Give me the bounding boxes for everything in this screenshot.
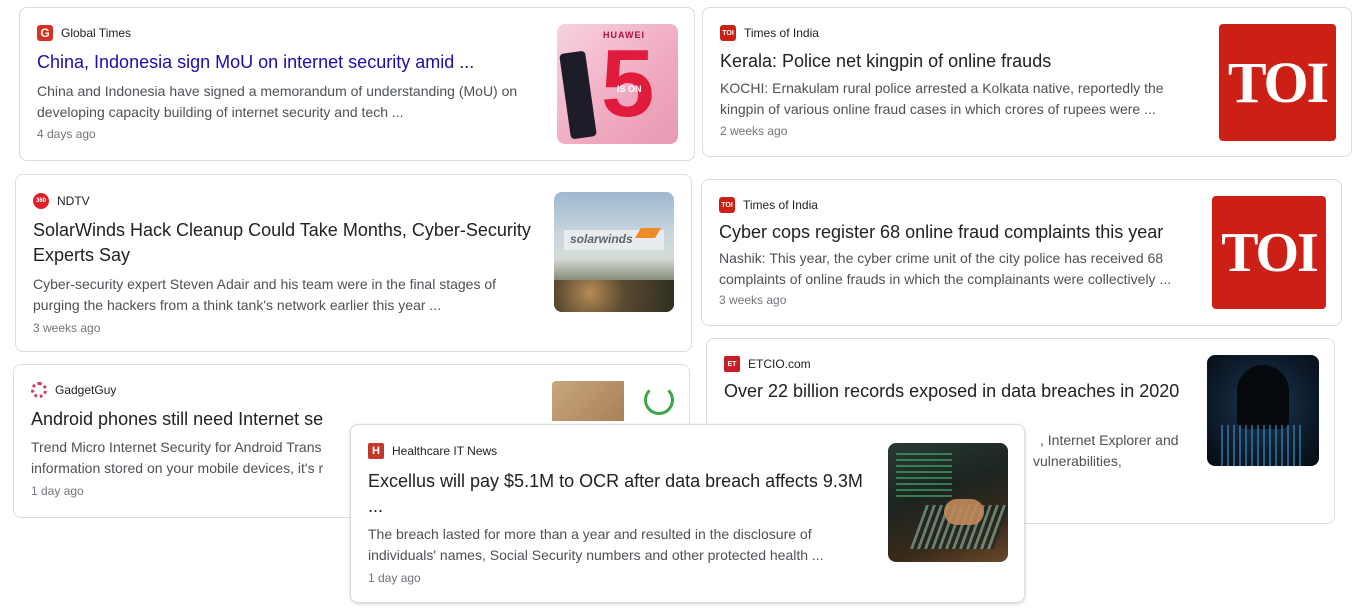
card-source: ET ETCIO.com — [724, 356, 811, 372]
ndtv-favicon-icon: 360 — [33, 193, 49, 209]
card-snippet-line-1: , Internet Explorer and — [1040, 432, 1179, 448]
toi-logo-text: TOI — [1221, 221, 1319, 284]
etcio-favicon-icon: ET — [724, 356, 740, 372]
code-matrix-image — [1221, 425, 1305, 466]
news-card-global-times[interactable]: G Global Times China, Indonesia sign MoU… — [19, 7, 695, 161]
news-card-ndtv[interactable]: 360 NDTV SolarWinds Hack Cleanup Could T… — [15, 174, 692, 352]
card-source: G Global Times — [37, 25, 131, 41]
card-snippet: Cyber-security expert Steven Adair and h… — [33, 276, 497, 313]
news-card-healthcare-it[interactable]: H Healthcare IT News Excellus will pay $… — [350, 424, 1025, 603]
card-headline[interactable]: Android phones still need Internet se — [31, 407, 323, 432]
card-headline[interactable]: Over 22 billion records exposed in data … — [724, 379, 1194, 404]
card-source: H Healthcare IT News — [368, 443, 497, 459]
card-source: GadgetGuy — [31, 382, 116, 398]
card-headline[interactable]: Kerala: Police net kingpin of online fra… — [720, 49, 1200, 74]
source-name: Times of India — [744, 26, 819, 40]
source-name: GadgetGuy — [55, 383, 117, 397]
phone-image — [559, 50, 597, 140]
card-headline[interactable]: SolarWinds Hack Cleanup Could Take Month… — [33, 218, 533, 268]
card-snippet: Nashik: This year, the cyber crime unit … — [719, 250, 1172, 287]
card-headline[interactable]: Excellus will pay $5.1M to OCR after dat… — [368, 469, 868, 519]
source-name: Times of India — [743, 198, 818, 212]
foliage-image — [554, 280, 674, 312]
card-source: TOI Times of India — [719, 197, 818, 213]
card-headline[interactable]: China, Indonesia sign MoU on internet se… — [37, 50, 537, 75]
toi-favicon-icon: TOI — [720, 25, 736, 41]
wood-surface-image — [552, 381, 624, 421]
toi-favicon-icon: TOI — [719, 197, 735, 213]
card-thumbnail[interactable]: solarwinds — [554, 192, 674, 312]
source-name: ETCIO.com — [748, 357, 811, 371]
card-thumbnail[interactable] — [552, 381, 676, 421]
source-name: Healthcare IT News — [392, 444, 498, 458]
code-screen-image — [896, 453, 952, 497]
news-card-toi-cyber-cops[interactable]: TOI Times of India Cyber cops register 6… — [701, 179, 1342, 326]
card-headline[interactable]: Cyber cops register 68 online fraud comp… — [719, 220, 1199, 245]
card-age: 1 day ago — [31, 484, 84, 498]
card-snippet: KOCHI: Ernakulam rural police arrested a… — [720, 80, 1164, 117]
toi-logo-thumbnail[interactable]: TOI — [1212, 196, 1326, 309]
card-age: 3 weeks ago — [719, 293, 787, 307]
card-snippet: China and Indonesia have signed a memora… — [37, 83, 518, 120]
healthcare-it-favicon-icon: H — [368, 443, 384, 459]
card-snippet-line-2: information stored on your mobile device… — [31, 460, 324, 476]
card-age: 3 weeks ago — [33, 321, 101, 335]
global-times-favicon-icon: G — [37, 25, 53, 41]
card-age: 4 days ago — [37, 127, 96, 141]
toi-logo-thumbnail[interactable]: TOI — [1219, 24, 1336, 141]
source-name: NDTV — [57, 194, 90, 208]
solarwinds-logo-text: solarwinds — [570, 232, 633, 246]
card-age: 2 weeks ago — [720, 124, 788, 138]
gadgetguy-favicon-icon — [31, 382, 47, 398]
hooded-figure-image — [1237, 365, 1289, 429]
keyboard-thumbnail[interactable] — [888, 443, 1008, 562]
toi-logo-text: TOI — [1227, 50, 1329, 115]
news-card-toi-kerala[interactable]: TOI Times of India Kerala: Police net ki… — [702, 7, 1352, 157]
source-name: Global Times — [61, 26, 132, 40]
is-on-text: IS ON — [617, 84, 642, 94]
card-snippet: The breach lasted for more than a year a… — [368, 526, 824, 563]
card-thumbnail[interactable]: HUAWEI 5 IS ON — [557, 24, 678, 144]
green-circle-icon — [644, 385, 674, 415]
card-snippet-line-2: vulnerabilities, — [1033, 453, 1122, 469]
card-age: 1 day ago — [368, 571, 421, 585]
card-source: TOI Times of India — [720, 25, 819, 41]
card-snippet-line-1: Trend Micro Internet Security for Androi… — [31, 439, 322, 455]
hand-image — [944, 499, 984, 525]
hacker-thumbnail[interactable] — [1207, 355, 1319, 466]
card-source: 360 NDTV — [33, 193, 90, 209]
